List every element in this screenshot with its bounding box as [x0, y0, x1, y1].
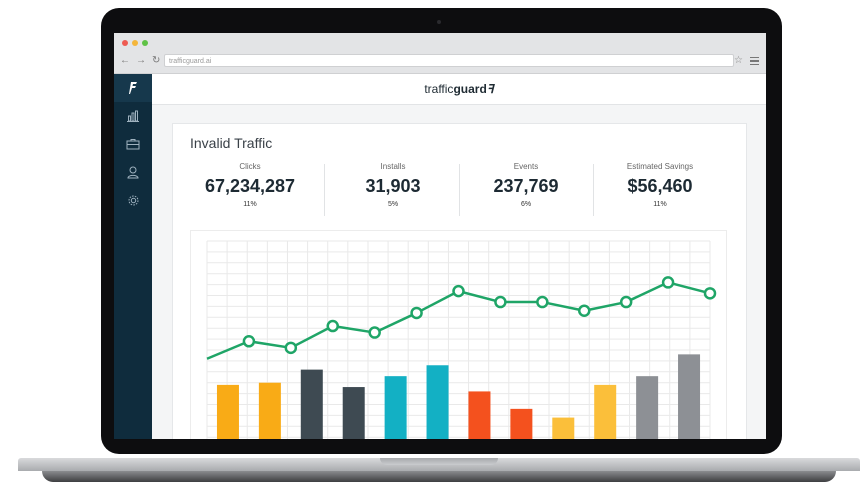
metric-events: Events 237,769 6% — [459, 162, 593, 210]
chart-line-point[interactable] — [619, 295, 633, 309]
metric-value: 237,769 — [493, 176, 559, 196]
chart-bar[interactable] — [216, 384, 239, 439]
hamburger-menu-icon[interactable] — [750, 57, 759, 67]
close-window-button[interactable] — [122, 40, 128, 46]
invalid-traffic-card: Invalid Traffic Clicks 67,234,287 11% In… — [172, 123, 747, 439]
minimize-window-button[interactable] — [132, 40, 138, 46]
chart-bar[interactable] — [552, 417, 575, 439]
metric-estimated-savings: Estimated Savings $56,460 11% — [593, 162, 727, 210]
trafficguard-logo-icon — [129, 82, 137, 94]
chart-bar[interactable] — [468, 391, 491, 439]
sidebar-item-settings[interactable] — [114, 186, 152, 214]
card-title: Invalid Traffic — [190, 135, 273, 151]
metric-value: 31,903 — [365, 176, 421, 196]
laptop-screen: ← → ↻ trafficguard.ai ☆ trafficguardꟻ In… — [114, 33, 766, 439]
chart-line-point[interactable] — [284, 341, 298, 355]
laptop-lid-notch — [380, 458, 498, 465]
chart-bar[interactable] — [636, 376, 659, 439]
sidebar-item-account[interactable] — [114, 158, 152, 186]
metric-divider — [324, 164, 325, 216]
metric-installs: Installs 31,903 5% — [326, 162, 460, 210]
star-icon[interactable]: ☆ — [734, 55, 743, 67]
chart-bar[interactable] — [678, 354, 701, 439]
address-bar[interactable]: trafficguard.ai — [164, 54, 734, 67]
forward-arrow-icon[interactable]: → — [136, 55, 146, 67]
chart-line-point[interactable] — [368, 326, 381, 339]
chart-line-point[interactable] — [410, 306, 423, 320]
chart-line-point[interactable] — [326, 319, 339, 333]
maximize-window-button[interactable] — [142, 40, 148, 46]
bar-chart-icon — [127, 110, 139, 122]
chart-bar[interactable] — [384, 376, 407, 439]
metric-label: Estimated Savings — [626, 162, 694, 171]
chart-bar[interactable] — [426, 365, 449, 439]
metric-value: $56,460 — [627, 176, 693, 196]
app-header: trafficguardꟻ — [152, 74, 766, 105]
chart-line-point[interactable] — [242, 335, 256, 348]
chart-line-point[interactable] — [494, 295, 507, 309]
webcam — [437, 20, 441, 24]
chart-bar[interactable] — [342, 387, 365, 439]
chart-line-point[interactable] — [536, 295, 549, 309]
metric-percent: 11% — [243, 201, 257, 208]
metric-percent: 6% — [520, 201, 532, 208]
chart-bar[interactable] — [258, 382, 281, 439]
briefcase-icon — [126, 139, 140, 150]
chart-line-point[interactable] — [578, 304, 591, 318]
metric-label: Clicks — [239, 162, 261, 171]
metric-percent: 11% — [653, 201, 667, 208]
reload-icon[interactable]: ↻ — [152, 55, 160, 67]
logo-mark-icon: ꟻ — [486, 82, 494, 96]
logo-text-guard: guard — [453, 82, 487, 96]
chart-bar[interactable] — [594, 384, 617, 439]
metric-clicks: Clicks 67,234,287 11% — [183, 162, 317, 210]
invalid-traffic-chart — [190, 230, 727, 439]
sidebar — [114, 74, 152, 439]
user-icon — [127, 166, 139, 178]
chart-line-point[interactable] — [452, 284, 465, 298]
browser-chrome: ← → ↻ trafficguard.ai ☆ — [114, 33, 766, 74]
laptop-base — [18, 452, 860, 482]
window-controls — [122, 40, 148, 46]
chart-line-point[interactable] — [661, 276, 675, 289]
chart-line-point[interactable] — [703, 287, 717, 300]
logo-text-traffic: traffic — [424, 82, 454, 96]
gear-icon — [128, 195, 138, 205]
metric-label: Events — [513, 162, 539, 171]
laptop-base-bottom — [42, 471, 836, 482]
chart-canvas — [206, 240, 717, 439]
sidebar-item-reports[interactable] — [114, 102, 152, 130]
chart-bar[interactable] — [510, 408, 533, 439]
chart-bar[interactable] — [300, 369, 323, 439]
metric-percent: 5% — [387, 201, 399, 208]
metric-label: Installs — [380, 162, 406, 171]
trafficguard-logo[interactable]: trafficguardꟻ — [152, 82, 766, 96]
back-arrow-icon[interactable]: ← — [120, 55, 130, 67]
metric-value: 67,234,287 — [204, 176, 296, 196]
sidebar-item-home[interactable] — [114, 74, 152, 102]
browser-nav: ← → ↻ — [120, 55, 160, 67]
sidebar-item-campaigns[interactable] — [114, 130, 152, 158]
